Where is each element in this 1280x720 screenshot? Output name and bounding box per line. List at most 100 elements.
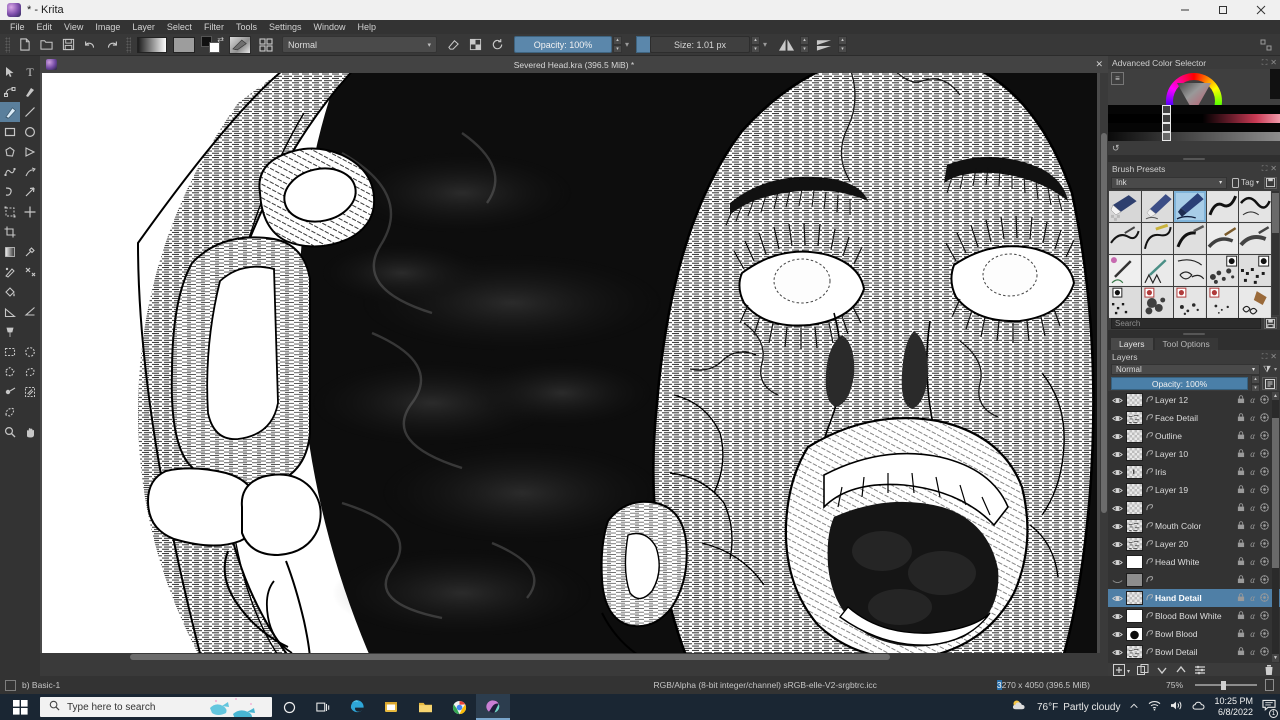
layer-row[interactable]: α	[1108, 499, 1280, 517]
layer-visibility-eye-icon[interactable]	[1111, 486, 1123, 495]
layer-style-icon[interactable]	[1260, 646, 1269, 658]
blend-mode-combobox[interactable]: Normal ▾	[282, 36, 437, 53]
layer-style-icon[interactable]	[1260, 538, 1269, 550]
lock-icon[interactable]	[1237, 556, 1245, 568]
chevron-down-icon[interactable]: ▾	[1127, 668, 1130, 675]
taskbar-clock[interactable]: 10:25 PM 6/8/2022	[1214, 696, 1253, 718]
layer-name[interactable]: Head White	[1155, 557, 1199, 567]
layer-visibility-eye-icon[interactable]	[1111, 504, 1123, 513]
freehand-path-tool[interactable]	[20, 162, 40, 182]
brush-preset-cell-selected[interactable]	[1174, 191, 1206, 222]
brush-preset-preview[interactable]	[227, 35, 253, 55]
task-view-icon[interactable]	[306, 694, 340, 720]
layer-row[interactable]: Head White α	[1108, 553, 1280, 571]
alpha-lock-icon[interactable]: α	[1250, 431, 1255, 441]
brush-preset-cell[interactable]	[1109, 223, 1141, 254]
select-shapes-tool[interactable]	[0, 62, 20, 82]
menu-settings[interactable]: Settings	[263, 20, 308, 34]
line-tool[interactable]	[20, 102, 40, 122]
menu-file[interactable]: File	[4, 20, 31, 34]
freehand-selection-tool[interactable]	[20, 362, 40, 382]
lock-icon[interactable]	[1237, 592, 1245, 604]
alpha-lock-icon[interactable]: α	[1250, 521, 1255, 531]
lock-icon[interactable]	[1237, 466, 1245, 478]
lock-icon[interactable]	[1237, 448, 1245, 460]
freehand-brush-tool[interactable]	[0, 102, 20, 122]
layer-row[interactable]: Bowl Detail α	[1108, 643, 1280, 661]
zoom-tool[interactable]	[0, 422, 20, 442]
layer-visibility-eye-icon[interactable]	[1111, 594, 1123, 603]
lock-icon[interactable]	[1237, 628, 1245, 640]
pan-tool[interactable]	[20, 422, 40, 442]
brush-preset-cell[interactable]	[1109, 191, 1141, 222]
opacity-stepper[interactable]: ▴ ▾	[613, 36, 622, 53]
search-input[interactable]: Search	[1111, 317, 1261, 329]
brush-preset-cell[interactable]	[1206, 191, 1239, 222]
show-hidden-icons-chevron[interactable]	[1129, 701, 1139, 714]
layer-row[interactable]: Face Detail α	[1108, 409, 1280, 427]
dock-splitter-2[interactable]	[1108, 330, 1280, 337]
alpha-lock-icon[interactable]: α	[1250, 593, 1255, 603]
scroll-down-arrow[interactable]: ▼	[1272, 654, 1279, 662]
fill-tool[interactable]	[0, 282, 20, 302]
zoom-level[interactable]: 75%	[1166, 680, 1183, 690]
lock-icon[interactable]	[1237, 430, 1245, 442]
mirror-h-options[interactable]: ▴ ▾	[800, 36, 810, 53]
filter-funnel-icon[interactable]: ⧩	[1263, 364, 1271, 375]
onedrive-icon[interactable]	[1192, 700, 1205, 714]
opacity-slider[interactable]: Opacity: 100%	[514, 36, 612, 53]
scrollbar-thumb[interactable]	[1272, 193, 1279, 233]
preserve-alpha-icon[interactable]	[465, 35, 485, 55]
layer-style-icon[interactable]	[1260, 520, 1269, 532]
layer-visibility-eye-icon[interactable]	[1111, 558, 1123, 567]
current-brush-preset[interactable]: b) Basic-1	[22, 680, 60, 690]
layer-visibility-eye-icon[interactable]	[1111, 450, 1123, 459]
layer-name[interactable]: Iris	[1155, 467, 1166, 477]
windows-start-icon[interactable]	[0, 694, 40, 720]
file-explorer-icon[interactable]	[408, 694, 442, 720]
layer-row-selected[interactable]: Hand Detail α	[1108, 589, 1280, 607]
edge-icon[interactable]	[340, 694, 374, 720]
float-panel-icon[interactable]: ⛶	[1262, 58, 1268, 68]
lock-icon[interactable]	[1237, 520, 1245, 532]
layer-style-icon[interactable]	[1260, 556, 1269, 568]
cortana-icon[interactable]	[272, 694, 306, 720]
transform-tool[interactable]	[0, 202, 20, 222]
mirror-horizontal-icon[interactable]	[774, 35, 798, 55]
menu-layer[interactable]: Layer	[126, 20, 161, 34]
gradient-swatch[interactable]	[135, 35, 169, 55]
lock-icon[interactable]	[1237, 610, 1245, 622]
text-tool[interactable]: T	[20, 62, 40, 82]
chrome-icon[interactable]	[442, 694, 476, 720]
mirror-vertical-icon[interactable]	[812, 35, 836, 55]
reset-icon[interactable]	[487, 35, 507, 55]
volume-icon[interactable]	[1170, 700, 1183, 714]
layer-row[interactable]: Blood Bowl White α	[1108, 607, 1280, 625]
advanced-color-selector[interactable]: ≡	[1108, 69, 1280, 141]
measure-tool[interactable]	[0, 302, 20, 322]
ellipse-tool[interactable]	[20, 122, 40, 142]
close-panel-icon[interactable]: ✕	[1270, 352, 1277, 362]
layer-style-icon[interactable]	[1260, 448, 1269, 460]
menu-image[interactable]: Image	[89, 20, 126, 34]
brush-preset-cell[interactable]	[1109, 255, 1141, 286]
layer-name[interactable]: Blood Bowl White	[1155, 611, 1222, 621]
layer-style-icon[interactable]	[1260, 628, 1269, 640]
size-slider[interactable]: Size: 1.01 px	[650, 36, 751, 53]
close-panel-icon[interactable]: ✕	[1270, 58, 1277, 68]
close-panel-icon[interactable]: ✕	[1270, 164, 1277, 174]
canvas-horizontal-scrollbar[interactable]	[40, 653, 1108, 661]
layer-visibility-eye-icon[interactable]	[1111, 396, 1123, 405]
layer-visibility-eye-icon[interactable]	[1111, 522, 1123, 531]
brush-preset-cell[interactable]	[1174, 287, 1206, 318]
multibrush-tool[interactable]	[20, 182, 40, 202]
lock-icon[interactable]	[1237, 484, 1245, 496]
layer-name[interactable]: Bowl Blood	[1155, 629, 1198, 639]
layer-row[interactable]: Layer 10 α	[1108, 445, 1280, 463]
brush-preset-cell[interactable]	[1239, 255, 1271, 286]
reference-images-tool[interactable]	[0, 322, 20, 342]
layer-style-icon[interactable]	[1260, 610, 1269, 622]
brush-presets-scrollbar[interactable]	[1272, 191, 1279, 315]
wifi-icon[interactable]	[1148, 700, 1161, 714]
layer-style-icon[interactable]	[1260, 412, 1269, 424]
